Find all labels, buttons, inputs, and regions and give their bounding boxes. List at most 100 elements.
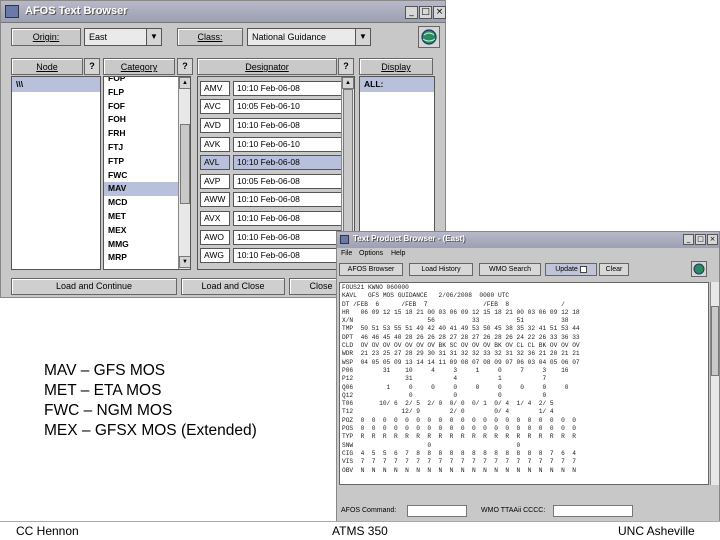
text-scrollbar[interactable] [710, 282, 719, 485]
list-item[interactable]: FRH [104, 127, 178, 141]
designator-code: AWO [200, 229, 230, 245]
designator-time: 10:05 Feb-06-08 [233, 173, 342, 189]
list-item[interactable]: FOH [104, 113, 178, 127]
list-item[interactable]: MEX [104, 224, 178, 238]
checkbox-icon [579, 265, 587, 273]
scroll-down-icon[interactable]: ▼ [179, 256, 190, 268]
legend-line: MEX – GFSX MOS (Extended) [44, 422, 257, 439]
list-item[interactable]: FTP [104, 155, 178, 169]
list-item[interactable]: \\\ [12, 77, 100, 92]
tpb-window-title: Text Product Browser - (East) [353, 234, 465, 243]
text-line: FOUS21 KWNO 060000 [342, 284, 409, 291]
scroll-up-icon[interactable]: ▲ [179, 77, 190, 89]
list-item[interactable]: FOP [104, 77, 178, 86]
designator-row[interactable]: AVL 10:10 Feb-06-08 [200, 153, 342, 172]
designator-row[interactable]: AWG 10:10 Feb-06-08 [200, 246, 342, 265]
designator-list[interactable]: AMV 10:10 Feb-06-08 AVC 10:05 Feb-06-10 AVD 1… [197, 76, 355, 270]
text-line: T12 12/ 9 2/ 0 0/ 4 1/ 4 [342, 408, 554, 416]
load-and-close-button[interactable]: Load and Close [181, 278, 285, 295]
minimize-button[interactable]: _ [683, 234, 694, 245]
footer-bar: CC Hennon ATMS 350 UNC Asheville [0, 521, 720, 540]
designator-row[interactable]: AMV 10:10 Feb-06-08 [200, 79, 342, 98]
footer-institution: UNC Asheville [618, 524, 695, 538]
scroll-thumb[interactable] [343, 89, 353, 239]
designator-row[interactable]: AVK 10:10 Feb-06-10 [200, 135, 342, 154]
list-item[interactable]: MAV [104, 182, 178, 197]
designator-code: AWW [200, 192, 230, 208]
list-item[interactable]: MMG [104, 238, 178, 252]
close-window-button[interactable]: × [433, 6, 446, 19]
list-item[interactable]: MET [104, 210, 178, 224]
designator-header[interactable]: Designator [197, 58, 337, 75]
designator-row[interactable]: AWO 10:10 Feb-06-08 [200, 228, 342, 247]
designator-row[interactable]: AVP 10:05 Feb-06-08 [200, 172, 342, 191]
list-item[interactable]: ALL: [360, 77, 434, 92]
load-history-button[interactable]: Load History [409, 263, 473, 276]
origin-label: Origin: [11, 28, 81, 46]
origin-value: East [89, 32, 108, 42]
designator-row[interactable]: AVD 10:10 Feb-06-08 [200, 116, 342, 135]
scroll-up-icon[interactable]: ▲ [342, 77, 354, 89]
node-list[interactable]: \\\ [11, 76, 101, 270]
afos-browser-button[interactable]: AFOS Browser [339, 263, 403, 276]
category-header[interactable]: Category [103, 58, 175, 75]
afos-command-label: AFOS Command: [341, 507, 397, 514]
node-help-button[interactable]: ? [84, 58, 100, 75]
designator-time: 10:10 Feb-06-08 [233, 155, 342, 171]
wmo-search-button[interactable]: WMO Search [479, 263, 541, 276]
origin-dropdown[interactable]: East ▼ [84, 28, 162, 46]
designator-row[interactable]: AWW 10:10 Feb-06-08 [200, 191, 342, 210]
designator-row[interactable]: AVC 10:05 Feb-06-10 [200, 98, 342, 117]
globe-icon[interactable] [418, 26, 440, 48]
category-help-button[interactable]: ? [177, 58, 193, 75]
tpb-titlebar[interactable]: Text Product Browser - (East) _ □ × [337, 232, 719, 248]
text-product-browser-window: Text Product Browser - (East) _ □ × File… [336, 231, 720, 522]
menu-options[interactable]: Options [359, 250, 383, 257]
load-and-continue-button[interactable]: Load and Continue [11, 278, 177, 295]
text-line: CLD OV OV OV OV OV OV OV BK SC OV OV OV … [342, 342, 580, 350]
maximize-button[interactable]: □ [419, 6, 432, 19]
afos-command-input[interactable] [407, 505, 467, 517]
menu-file[interactable]: File [341, 250, 352, 257]
display-header[interactable]: Display [359, 58, 433, 75]
category-scrollbar[interactable]: ▲ ▼ [178, 77, 190, 269]
list-item[interactable]: FOF [104, 100, 178, 114]
close-window-button[interactable]: × [707, 234, 718, 245]
text-line: CIG 4 5 5 6 7 8 8 8 8 8 8 8 8 8 8 8 8 7 … [342, 449, 576, 457]
clear-button[interactable]: Clear [599, 263, 629, 276]
legend-line: MET – ETA MOS [44, 382, 162, 399]
list-item[interactable]: MRP [104, 251, 178, 265]
text-line: DPT 46 46 45 40 28 26 26 28 27 28 27 26 … [342, 333, 580, 341]
text-line: TMP 50 51 53 55 51 49 42 40 41 49 53 50 … [342, 325, 580, 333]
list-item[interactable]: MCD [104, 196, 178, 210]
list-item[interactable]: FTJ [104, 141, 178, 155]
node-header[interactable]: Node [11, 58, 83, 75]
class-dropdown[interactable]: National Guidance ▼ [247, 28, 371, 46]
product-text-area[interactable]: FOUS21 KWNO 060000 KAVL GFS MOS GUIDANCE … [339, 282, 709, 485]
designator-help-button[interactable]: ? [338, 58, 354, 75]
text-line: DT /FEB 6 /FEB 7 /FEB 8 / [342, 300, 565, 308]
minimize-button[interactable]: _ [405, 6, 418, 19]
designator-time: 10:10 Feb-06-08 [233, 210, 342, 226]
list-item[interactable]: FLP [104, 86, 178, 100]
designator-row[interactable]: AVX 10:10 Feb-06-08 [200, 209, 342, 228]
class-label: Class: [177, 28, 243, 46]
text-line: P12 31 4 1 7 [342, 375, 547, 383]
globe-icon[interactable] [691, 261, 707, 277]
wmo-input[interactable] [553, 505, 633, 517]
text-line: Q12 0 0 0 0 [342, 391, 547, 399]
category-list[interactable]: FOP FLP FOF FOH FRH FTJ FTP FWC MAV MCD MET MEX MMG M… [103, 76, 191, 270]
list-item[interactable]: FWC [104, 169, 178, 183]
designator-code: AMV [200, 80, 230, 96]
afos-titlebar[interactable]: AFOS Text Browser _ □ × [1, 1, 446, 23]
scroll-thumb[interactable] [711, 306, 719, 376]
update-toggle[interactable]: Update [545, 263, 597, 276]
app-icon [340, 235, 349, 244]
maximize-button[interactable]: □ [695, 234, 706, 245]
afos-window-title: AFOS Text Browser [25, 5, 128, 17]
text-line: WSP 04 05 05 09 13 14 14 11 09 08 07 08 … [342, 358, 580, 366]
text-line: OBV N N N N N N N N N N N N N N N N N N … [342, 466, 576, 474]
scroll-thumb[interactable] [180, 124, 190, 204]
menu-help[interactable]: Help [391, 250, 405, 257]
designator-code: AVL [200, 155, 230, 171]
